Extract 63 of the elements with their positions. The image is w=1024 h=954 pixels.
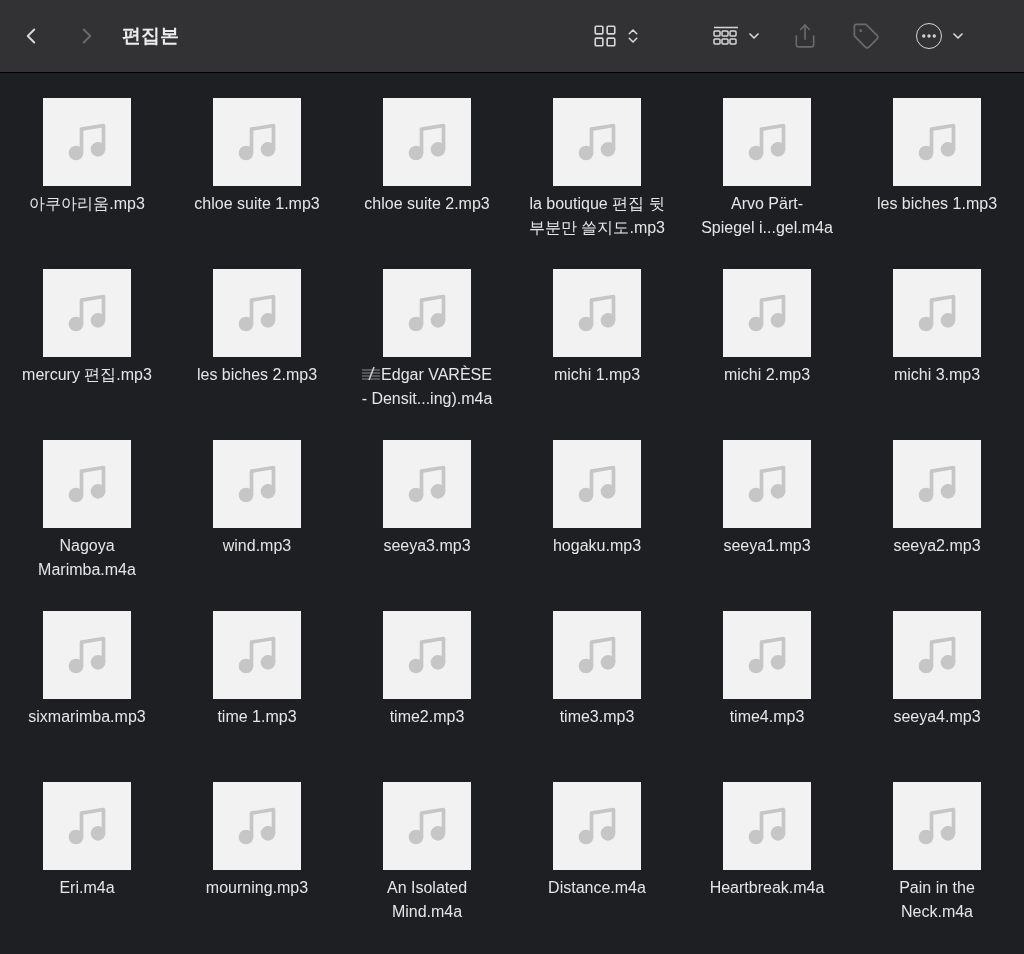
file-thumbnail[interactable]	[893, 440, 981, 528]
file-thumbnail[interactable]	[43, 269, 131, 357]
file-thumbnail[interactable]	[553, 98, 641, 186]
file-thumbnail[interactable]	[723, 440, 811, 528]
file-name[interactable]: Arvo Pärt- Spiegel i...gel.m4a	[684, 192, 850, 240]
file-name[interactable]: time3.mp3	[514, 705, 680, 729]
file-thumbnail[interactable]	[213, 611, 301, 699]
file-thumbnail[interactable]	[553, 611, 641, 699]
window-title: 편집본	[122, 23, 179, 48]
file-name[interactable]: An Isolated Mind.m4a	[344, 876, 510, 924]
file-name[interactable]: hogaku.mp3	[514, 534, 680, 558]
file-thumbnail[interactable]	[213, 782, 301, 870]
file-thumbnail[interactable]	[553, 440, 641, 528]
file-name[interactable]: la boutique 편집 뒷 부분만 쓸지도.mp3	[514, 192, 680, 240]
file-thumbnail[interactable]	[383, 440, 471, 528]
file-name[interactable]: time 1.mp3	[174, 705, 340, 729]
file-thumbnail[interactable]	[213, 98, 301, 186]
file-name[interactable]: michi 3.mp3	[854, 363, 1020, 387]
file-name[interactable]: Heartbreak.m4a	[684, 876, 850, 900]
file-thumbnail[interactable]	[723, 98, 811, 186]
file-thumbnail[interactable]	[893, 269, 981, 357]
file-thumbnail[interactable]	[43, 440, 131, 528]
file-thumbnail[interactable]	[43, 98, 131, 186]
file-thumbnail[interactable]	[383, 269, 471, 357]
file-name[interactable]: chloe suite 2.mp3	[344, 192, 510, 216]
file-name[interactable]: seeya3.mp3	[344, 534, 510, 558]
file-thumbnail[interactable]	[213, 440, 301, 528]
file-name[interactable]: wind.mp3	[174, 534, 340, 558]
file-name[interactable]: sixmarimba.mp3	[4, 705, 170, 729]
file-thumbnail[interactable]	[893, 782, 981, 870]
file-thumbnail[interactable]	[213, 269, 301, 357]
file-name[interactable]: Distance.m4a	[514, 876, 680, 900]
file-thumbnail[interactable]	[553, 269, 641, 357]
file-name[interactable]: michi 1.mp3	[514, 363, 680, 387]
grid-view-icon[interactable]	[592, 23, 618, 49]
file-name[interactable]: les biches 1.mp3	[854, 192, 1020, 216]
file-name[interactable]: chloe suite 1.mp3	[174, 192, 340, 216]
file-name[interactable]: time4.mp3	[684, 705, 850, 729]
file-thumbnail[interactable]	[723, 611, 811, 699]
file-name[interactable]: michi 2.mp3	[684, 363, 850, 387]
file-name[interactable]: les biches 2.mp3	[174, 363, 340, 387]
file-thumbnail[interactable]	[723, 782, 811, 870]
file-name[interactable]: mourning.mp3	[174, 876, 340, 900]
file-name[interactable]: Nagoya Marimba.m4a	[4, 534, 170, 582]
file-thumbnail[interactable]	[383, 611, 471, 699]
file-name[interactable]: seeya4.mp3	[854, 705, 1020, 729]
file-thumbnail[interactable]	[43, 611, 131, 699]
file-thumbnail[interactable]	[43, 782, 131, 870]
file-name[interactable]: time2.mp3	[344, 705, 510, 729]
file-name[interactable]: Pain in the Neck.m4a	[854, 876, 1020, 924]
group-icon[interactable]	[712, 26, 740, 46]
file-name[interactable]: seeya1.mp3	[684, 534, 850, 558]
file-name[interactable]: mercury 편집.mp3	[4, 363, 170, 387]
file-thumbnail[interactable]	[383, 782, 471, 870]
file-name[interactable]: Eri.m4a	[4, 876, 170, 900]
file-thumbnail[interactable]	[383, 98, 471, 186]
file-thumbnail[interactable]	[723, 269, 811, 357]
file-thumbnail[interactable]	[893, 98, 981, 186]
file-name[interactable]: seeya2.mp3	[854, 534, 1020, 558]
file-name[interactable]: 아쿠아리움.mp3	[4, 192, 170, 216]
file-thumbnail[interactable]	[893, 611, 981, 699]
file-name[interactable]: Edgar VARÈSE - Densit...ing).m4a	[344, 363, 510, 411]
file-thumbnail[interactable]	[553, 782, 641, 870]
